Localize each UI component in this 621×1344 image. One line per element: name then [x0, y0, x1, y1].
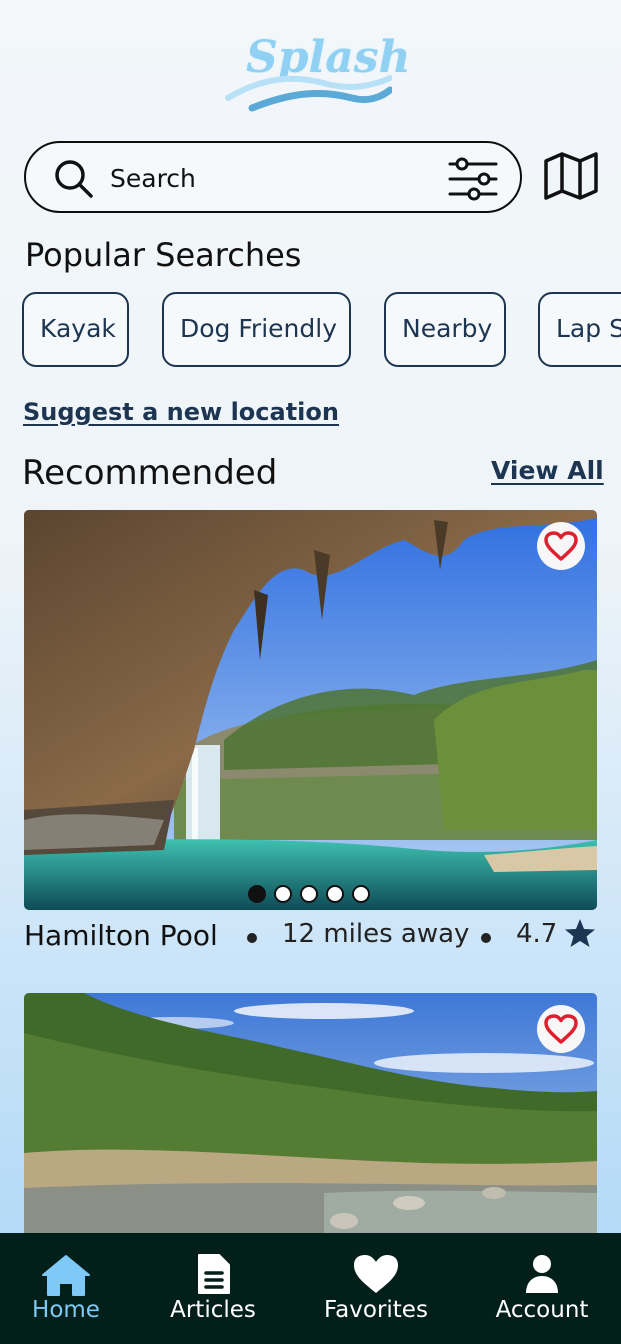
user-icon	[526, 1255, 558, 1293]
search-input[interactable]	[110, 161, 430, 195]
bottom-nav: Home Articles Favorites Account	[0, 1233, 621, 1344]
image-carousel-dots	[248, 885, 370, 903]
document-icon	[198, 1254, 230, 1294]
nav-home[interactable]: Home	[0, 1233, 141, 1344]
hamilton-pool-info[interactable]: Hamilton Pool 12 miles away 4.7	[24, 915, 597, 959]
heart-outline-icon	[544, 531, 578, 561]
popular-searches-title: Popular Searches	[25, 236, 302, 274]
carousel-dot[interactable]	[352, 885, 370, 903]
location-name: Hamilton Pool	[24, 919, 218, 952]
search-icon	[55, 160, 93, 198]
map-icon[interactable]	[543, 151, 599, 201]
logo-waves	[225, 75, 392, 112]
heart-icon	[354, 1255, 398, 1293]
star-icon	[565, 919, 595, 947]
carousel-dot[interactable]	[326, 885, 344, 903]
home-icon	[42, 1255, 90, 1296]
favorite-button[interactable]	[537, 522, 585, 570]
location-distance: 12 miles away	[282, 919, 470, 949]
hamilton-pool-image[interactable]	[24, 510, 597, 910]
view-all-link[interactable]: View All	[491, 456, 604, 485]
carousel-dot[interactable]	[248, 885, 266, 903]
carousel-dot[interactable]	[300, 885, 318, 903]
chip-lap-swimming[interactable]: Lap Swimming	[538, 292, 621, 367]
favorite-button[interactable]	[537, 1005, 585, 1053]
heart-outline-icon	[544, 1014, 578, 1044]
nav-favorites-label: Favorites	[324, 1297, 428, 1323]
nav-home-label: Home	[32, 1297, 100, 1323]
filter-icon[interactable]	[446, 157, 500, 201]
nav-articles[interactable]: Articles	[138, 1233, 288, 1344]
app-logo: Splash	[222, 30, 411, 116]
nav-articles-label: Articles	[170, 1297, 256, 1323]
separator-dot	[247, 933, 257, 943]
popular-chips: Kayak Dog Friendly Nearby Lap Swimming	[22, 292, 621, 368]
nav-account[interactable]: Account	[467, 1233, 617, 1344]
suggest-location-link[interactable]: Suggest a new location	[23, 398, 339, 426]
chip-nearby[interactable]: Nearby	[384, 292, 506, 367]
river-landscape-photo	[24, 993, 597, 1233]
search-bar[interactable]	[24, 141, 522, 213]
chip-dog-friendly[interactable]: Dog Friendly	[162, 292, 351, 367]
separator-dot	[481, 933, 491, 943]
chip-kayak[interactable]: Kayak	[22, 292, 129, 367]
second-location-image[interactable]	[24, 993, 597, 1233]
nav-favorites[interactable]: Favorites	[301, 1233, 451, 1344]
location-rating: 4.7	[516, 919, 558, 949]
recommended-title: Recommended	[22, 453, 278, 493]
hamilton-pool-photo	[24, 510, 597, 910]
nav-account-label: Account	[495, 1297, 589, 1323]
carousel-dot[interactable]	[274, 885, 292, 903]
